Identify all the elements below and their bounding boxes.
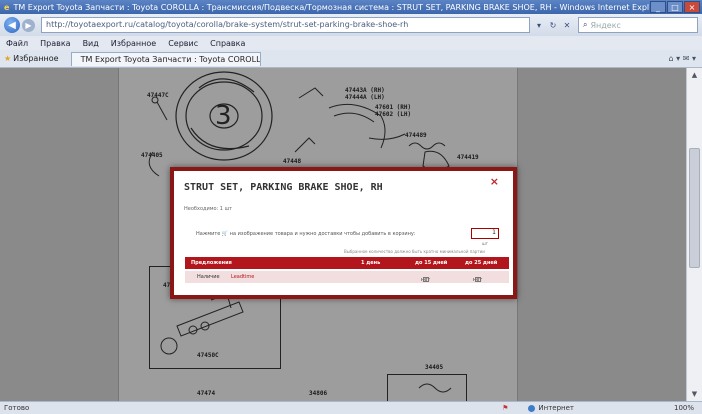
part-label[interactable]: 47447C bbox=[147, 92, 169, 99]
part-label[interactable]: 34806 bbox=[309, 390, 327, 397]
scroll-thumb[interactable] bbox=[689, 148, 700, 268]
internet-zone: Интернет bbox=[528, 404, 574, 412]
cart-icon[interactable] bbox=[475, 277, 481, 282]
column-header-offers: Предложения bbox=[191, 260, 232, 266]
window-titlebar: e TM Export Toyota Запчасти : Toyota COR… bbox=[0, 0, 702, 14]
search-icon: ⌕ bbox=[583, 20, 588, 29]
stop-icon[interactable]: ✕ bbox=[560, 17, 574, 33]
scroll-up-arrow-icon[interactable]: ▲ bbox=[687, 68, 702, 82]
column-header-25-days: до 25 дней bbox=[465, 260, 498, 266]
search-placeholder: Яндекс bbox=[590, 20, 621, 30]
back-button[interactable]: ◀ bbox=[4, 17, 20, 33]
favorites-label[interactable]: Избранное bbox=[13, 54, 58, 63]
vertical-scrollbar[interactable]: ▲ ▼ bbox=[686, 68, 702, 401]
maximize-button[interactable]: □ bbox=[667, 1, 683, 13]
zone-label: Интернет bbox=[538, 404, 574, 412]
security-shield-icon[interactable]: ⚑ bbox=[502, 404, 508, 412]
cart-icon[interactable] bbox=[423, 277, 429, 282]
close-window-button[interactable]: × bbox=[684, 1, 700, 13]
search-input[interactable]: ⌕ Яндекс bbox=[578, 17, 698, 33]
quantity-note: Выбранное количество должно быть кратно … bbox=[344, 249, 485, 254]
part-label[interactable]: 47448 bbox=[283, 158, 301, 165]
offer-supplier-link[interactable]: Leadtime bbox=[231, 274, 254, 280]
part-label[interactable]: 34405 bbox=[425, 364, 443, 371]
tab-title: TM Export Toyota Запчасти : Toyota COROL… bbox=[80, 54, 261, 64]
menu-item-help[interactable]: Справка bbox=[210, 39, 245, 48]
part-label[interactable]: 47443A (RH) bbox=[345, 87, 385, 94]
browser-tab[interactable]: TM Export Toyota Запчасти : Toyota COROL… bbox=[70, 51, 261, 66]
add-to-cart-prompt: Нажмите 🛒 на изображение товара и нужно … bbox=[196, 231, 416, 237]
part-label[interactable]: 47602 (LH) bbox=[375, 111, 411, 118]
window-controls: _ □ × bbox=[649, 1, 700, 13]
menu-item-tools[interactable]: Сервис bbox=[168, 39, 198, 48]
menu-item-edit[interactable]: Правка bbox=[40, 39, 70, 48]
diagram-detail-box bbox=[387, 374, 467, 401]
globe-icon bbox=[528, 404, 536, 412]
column-header-15-days: до 15 дней bbox=[415, 260, 448, 266]
required-quantity-text: Необходимо: 1 шт bbox=[184, 206, 233, 212]
status-text: Готово bbox=[4, 404, 30, 412]
part-order-dialog: STRUT SET, PARKING BRAKE SHOE, RH × Необ… bbox=[170, 167, 517, 299]
column-header-1-day: 1 день bbox=[361, 260, 381, 266]
part-label[interactable]: 474405 bbox=[141, 152, 163, 159]
window-title: TM Export Toyota Запчасти : Toyota COROL… bbox=[13, 2, 649, 12]
svg-text:3: 3 bbox=[215, 101, 232, 131]
scroll-down-arrow-icon[interactable]: ▼ bbox=[687, 387, 702, 401]
part-label[interactable]: 47474 bbox=[197, 390, 215, 397]
favorites-star-icon[interactable]: ★ bbox=[4, 54, 11, 63]
menu-item-file[interactable]: Файл bbox=[6, 39, 28, 48]
zoom-level[interactable]: 100% bbox=[674, 404, 694, 412]
menu-item-view[interactable]: Вид bbox=[83, 39, 99, 48]
quantity-unit: шт bbox=[482, 241, 488, 246]
forward-button[interactable]: ▶ bbox=[22, 18, 35, 32]
quantity-input[interactable]: 1 bbox=[471, 228, 499, 239]
part-label[interactable]: 47601 (RH) bbox=[375, 104, 411, 111]
dialog-close-icon[interactable]: × bbox=[490, 175, 499, 188]
part-label[interactable]: 47444A (LH) bbox=[345, 94, 385, 101]
dropdown-icon[interactable]: ▾ bbox=[532, 17, 546, 33]
offers-table-header: Предложения 1 день до 15 дней до 25 дней bbox=[185, 257, 509, 269]
part-label[interactable]: 474489 bbox=[405, 132, 427, 139]
offer-name: Наличие bbox=[197, 274, 220, 280]
menu-bar: Файл Правка Вид Избранное Сервис Справка bbox=[0, 36, 702, 50]
brake-drum: 3 bbox=[175, 71, 273, 161]
favorites-bar: ★ Избранное TM Export Toyota Запчасти : … bbox=[0, 50, 702, 68]
offers-table-row: Наличие Leadtime нет нет bbox=[185, 271, 509, 283]
refresh-icon[interactable]: ↻ bbox=[546, 17, 560, 33]
dialog-title: STRUT SET, PARKING BRAKE SHOE, RH bbox=[184, 182, 383, 193]
ie-logo-icon: e bbox=[4, 2, 10, 12]
menu-item-favorites[interactable]: Избранное bbox=[111, 39, 156, 48]
minimize-button[interactable]: _ bbox=[650, 1, 666, 13]
toolbar-tools[interactable]: ⌂ ▾ ✉ ▾ bbox=[669, 54, 696, 63]
url-input[interactable]: http://toyotaexport.ru/catalog/toyota/co… bbox=[41, 17, 530, 33]
status-bar: Готово ⚑ Интернет 100% bbox=[0, 401, 702, 414]
address-tools: ▾ ↻ ✕ bbox=[532, 17, 574, 33]
part-label[interactable]: 474419 bbox=[457, 154, 479, 161]
address-bar: ◀ ▶ http://toyotaexport.ru/catalog/toyot… bbox=[0, 14, 702, 36]
